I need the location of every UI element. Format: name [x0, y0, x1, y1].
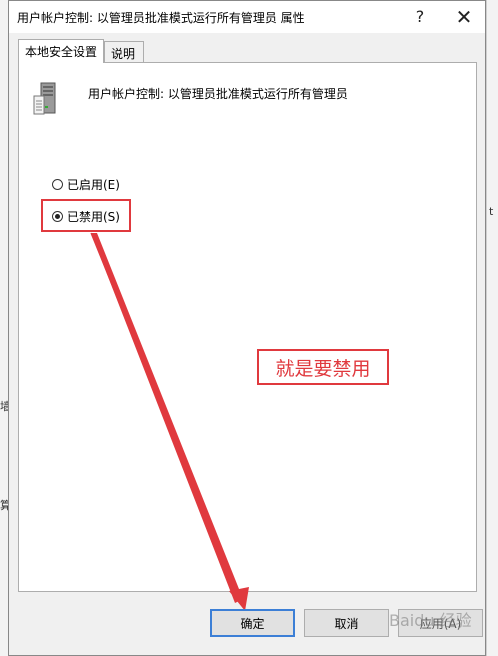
cancel-button[interactable]: 取消 [304, 609, 389, 637]
title-bar[interactable]: 用户帐户控制: 以管理员批准模式运行所有管理员 属性 ? ✕ [9, 1, 485, 33]
radio-enabled[interactable]: 已启用(E) [52, 176, 120, 193]
watermark: Baidu 经验 [389, 611, 472, 630]
policy-name: 用户帐户控制: 以管理员批准模式运行所有管理员 [88, 87, 348, 101]
background-window-left [0, 0, 8, 656]
help-button[interactable]: ? [397, 1, 443, 33]
annotation-label: 就是要禁用 [257, 349, 389, 385]
annotation-highlight-box [41, 199, 131, 232]
annotation-arrow [90, 232, 249, 611]
background-window-right [486, 0, 498, 656]
tab-explain[interactable]: 说明 [104, 41, 144, 63]
close-button[interactable]: ✕ [441, 1, 487, 33]
background-text-fragment: t [489, 205, 494, 218]
tab-local-security-setting[interactable]: 本地安全设置 [18, 39, 104, 63]
window-title: 用户帐户控制: 以管理员批准模式运行所有管理员 属性 [17, 11, 305, 25]
ok-button[interactable]: 确定 [210, 609, 295, 637]
radio-enabled-label: 已启用(E) [67, 178, 120, 192]
tab-panel: 用户帐户控制: 以管理员批准模式运行所有管理员 已启用(E) 已禁用(S) 就是… [18, 62, 477, 611]
server-icon [33, 82, 56, 115]
radio-enabled-circle[interactable] [52, 179, 63, 190]
properties-dialog: 用户帐户控制: 以管理员批准模式运行所有管理员 属性 ? ✕ 本地安全设置 说明… [8, 0, 486, 656]
